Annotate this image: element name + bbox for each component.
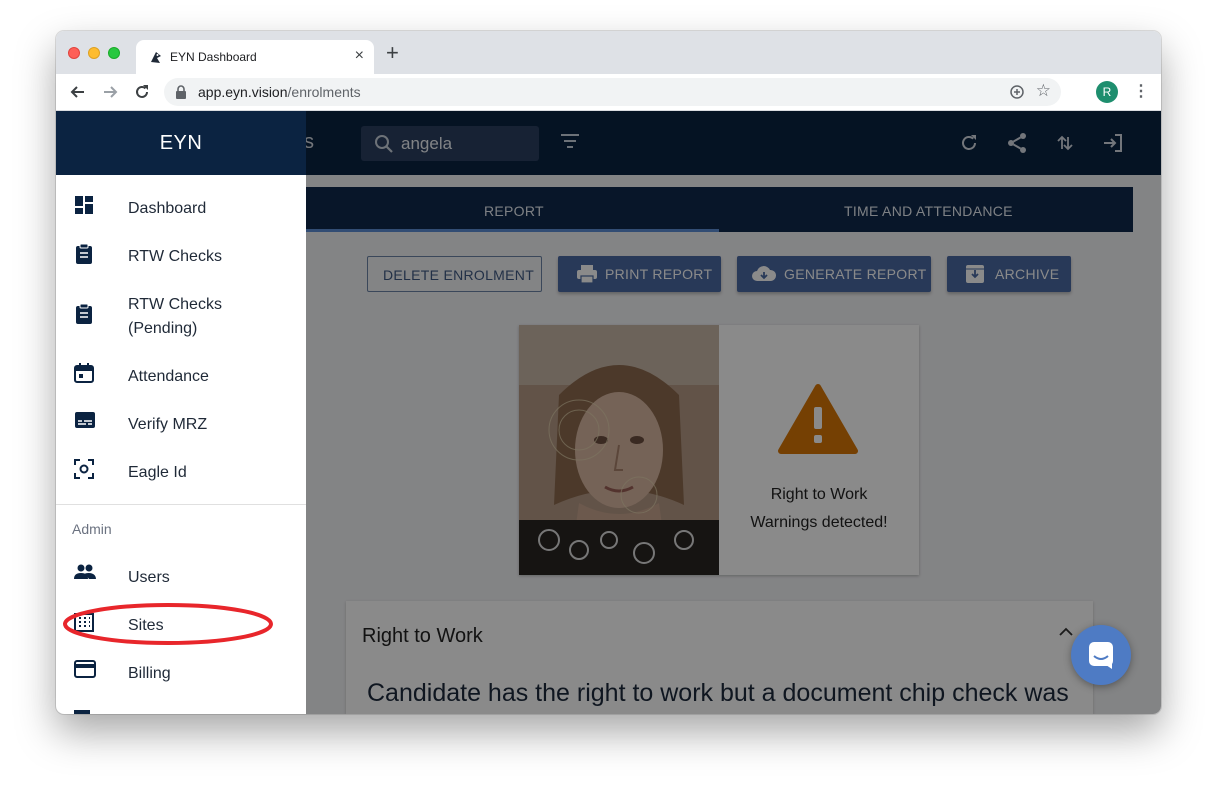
- lock-icon: [176, 85, 186, 99]
- browser-tab[interactable]: EYN Dashboard ×: [136, 40, 374, 74]
- nav-label: RTW Checks: [128, 248, 222, 265]
- chat-launcher-button[interactable]: [1071, 625, 1131, 685]
- address-bar[interactable]: app.eyn.vision/enrolments ☆: [164, 78, 1061, 106]
- close-window-button[interactable]: [68, 47, 80, 59]
- forward-arrow-icon[interactable]: [100, 82, 120, 102]
- next-nav-item-icon: [74, 710, 90, 714]
- nav-label: Eagle Id: [128, 464, 187, 481]
- tab-strip: EYN Dashboard × +: [56, 31, 1161, 74]
- browser-toolbar: app.eyn.vision/enrolments ☆ R ⋮: [56, 74, 1161, 111]
- app-viewport: cks angela REPORT TIME AND ATTENDANCE DE…: [56, 111, 1161, 714]
- nav-label: Users: [128, 569, 170, 586]
- new-tab-button[interactable]: +: [386, 42, 399, 64]
- nav-item-eagle-id[interactable]: Eagle Id: [56, 447, 306, 495]
- browser-menu-icon[interactable]: ⋮: [1133, 82, 1149, 102]
- nav-item-users[interactable]: Users: [56, 552, 306, 600]
- profile-avatar[interactable]: R: [1096, 81, 1118, 103]
- back-arrow-icon[interactable]: [68, 82, 88, 102]
- nav-item-attendance[interactable]: Attendance: [56, 351, 306, 399]
- nav-item-billing[interactable]: Billing: [56, 648, 306, 696]
- admin-subheader: Admin: [72, 521, 112, 537]
- minimize-window-button[interactable]: [88, 47, 100, 59]
- nav-label: Attendance: [128, 368, 209, 385]
- people-icon: [74, 564, 96, 579]
- navigation-drawer: EYN Dashboard RTW Checks RTW Checks (Pen…: [56, 111, 306, 714]
- nav-label: Dashboard: [128, 200, 207, 217]
- nav-item-rtw-checks[interactable]: RTW Checks: [56, 231, 306, 279]
- nav-label: Verify MRZ: [128, 416, 208, 433]
- add-bookmark-plus-icon[interactable]: [1009, 84, 1025, 100]
- eyn-favicon-icon: [151, 52, 161, 63]
- nav-item-verify-mrz[interactable]: Verify MRZ: [56, 399, 306, 447]
- maximize-window-button[interactable]: [108, 47, 120, 59]
- reload-icon[interactable]: [132, 82, 152, 102]
- nav-item-dashboard[interactable]: Dashboard: [56, 183, 306, 231]
- close-tab-icon[interactable]: ×: [355, 47, 364, 65]
- clipboard-icon: [76, 303, 92, 324]
- browser-window: EYN Dashboard × + app.eyn.vision/enrolme…: [56, 31, 1161, 714]
- bookmark-star-icon[interactable]: ☆: [1036, 82, 1051, 100]
- url-host: app.eyn.vision: [198, 84, 288, 100]
- dashboard-icon: [75, 196, 93, 214]
- highlight-annotation-ellipse: [63, 603, 273, 645]
- url-text: app.eyn.vision/enrolments: [198, 84, 361, 100]
- nav-label: RTW Checks (Pending): [128, 296, 222, 337]
- brand-logo[interactable]: EYN: [56, 132, 306, 155]
- drawer-divider: [56, 504, 306, 505]
- chat-icon: [1089, 642, 1113, 669]
- url-path: /enrolments: [287, 84, 361, 100]
- credit-card-icon: [74, 660, 96, 678]
- scan-icon: [74, 459, 94, 479]
- nav-label: Billing: [128, 665, 171, 682]
- clipboard-icon: [76, 243, 92, 264]
- mrz-icon: [75, 412, 95, 428]
- drawer-header: EYN: [56, 111, 306, 175]
- calendar-icon: [74, 363, 94, 383]
- nav-item-rtw-checks-pending[interactable]: RTW Checks (Pending): [56, 279, 306, 351]
- tab-title: EYN Dashboard: [170, 50, 257, 64]
